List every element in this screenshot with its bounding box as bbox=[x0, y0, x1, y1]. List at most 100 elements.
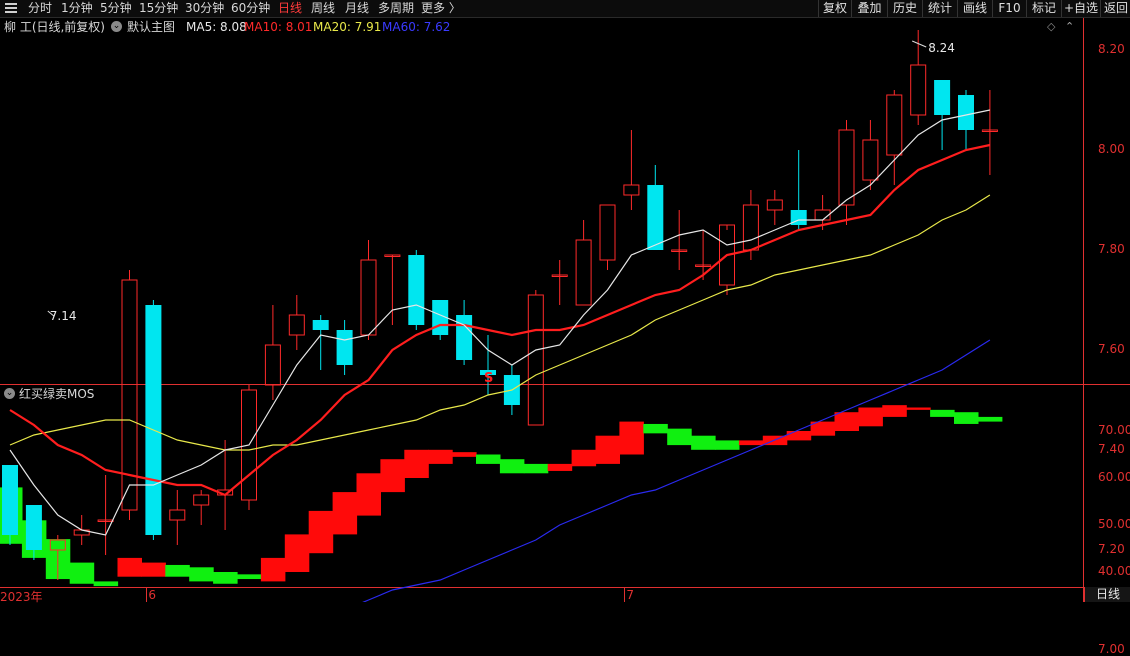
candle bbox=[97, 475, 114, 555]
mos-bar bbox=[284, 534, 310, 572]
mos-bar bbox=[380, 459, 405, 493]
mos-bar bbox=[356, 473, 381, 516]
mos-bar bbox=[141, 562, 166, 577]
candle bbox=[599, 204, 616, 270]
mos-bar bbox=[332, 492, 358, 535]
indicator-axis-tick: 40.00 bbox=[1098, 564, 1130, 578]
mos-bar bbox=[691, 435, 716, 450]
candle bbox=[981, 90, 998, 175]
candle-body bbox=[742, 204, 759, 251]
indicator-axis-tick: 70.00 bbox=[1098, 423, 1130, 437]
mos-bar bbox=[547, 463, 573, 471]
mos-bar bbox=[858, 407, 883, 427]
candle bbox=[264, 305, 281, 400]
candle-body bbox=[599, 204, 616, 261]
candle bbox=[408, 250, 425, 330]
mos-bar bbox=[667, 428, 692, 446]
price-axis-tick: 7.40 bbox=[1098, 442, 1125, 456]
candle-body bbox=[934, 80, 951, 115]
high-price-label: 8.24 bbox=[928, 41, 955, 55]
candle-body bbox=[575, 239, 592, 306]
candle-body bbox=[456, 315, 473, 360]
high-marker-line bbox=[912, 40, 927, 48]
mos-bar bbox=[523, 463, 549, 474]
candle bbox=[336, 320, 353, 375]
candle bbox=[623, 130, 640, 210]
chart-annotations: 8.24 7.14 S bbox=[47, 40, 955, 386]
candle bbox=[838, 120, 855, 225]
mos-bar bbox=[93, 581, 119, 587]
price-axis-tick: 7.00 bbox=[1098, 642, 1125, 656]
mos-bar bbox=[117, 557, 142, 577]
candle-body bbox=[193, 494, 210, 506]
mos-bar bbox=[404, 449, 429, 478]
mos-bar bbox=[930, 409, 955, 417]
price-axis-tick: 7.80 bbox=[1098, 242, 1125, 256]
candle-body bbox=[360, 259, 377, 336]
mos-bar bbox=[308, 510, 334, 554]
candle bbox=[432, 300, 449, 340]
date-axis-tick-mark bbox=[624, 588, 626, 602]
period-label[interactable]: 日线 bbox=[1084, 587, 1130, 602]
candle-body bbox=[264, 344, 281, 386]
candle bbox=[790, 150, 807, 230]
candle bbox=[527, 290, 544, 426]
date-axis-tick: 7 bbox=[626, 588, 635, 602]
candle-body bbox=[288, 314, 305, 336]
candle bbox=[169, 490, 186, 545]
date-axis-tick-mark bbox=[146, 588, 148, 602]
mos-bar bbox=[834, 412, 859, 431]
mos-bar bbox=[977, 416, 1003, 422]
candle bbox=[575, 220, 592, 306]
mos-bar bbox=[237, 574, 262, 580]
indicator-axis-tick: 50.00 bbox=[1098, 517, 1130, 531]
candle-body bbox=[25, 505, 42, 550]
mos-bar bbox=[428, 449, 453, 464]
candle bbox=[934, 80, 951, 150]
candle bbox=[910, 30, 927, 125]
candle-body bbox=[527, 294, 544, 426]
candle bbox=[384, 254, 401, 325]
candle-body bbox=[886, 94, 903, 156]
candle-body bbox=[838, 129, 855, 206]
candle bbox=[121, 270, 138, 520]
candle-body bbox=[169, 509, 186, 521]
candlestick-chart bbox=[2, 30, 998, 580]
mos-bar bbox=[619, 421, 644, 455]
candle bbox=[671, 210, 688, 270]
candle bbox=[145, 300, 162, 540]
low-price-label: 7.14 bbox=[50, 309, 77, 323]
mos-bar bbox=[213, 572, 238, 584]
mos-bar bbox=[165, 564, 190, 577]
mos-bar bbox=[571, 449, 597, 467]
candle bbox=[551, 260, 568, 305]
mos-bar bbox=[452, 452, 477, 457]
mos-bar bbox=[738, 440, 764, 446]
candle bbox=[2, 465, 18, 545]
mos-bar bbox=[715, 440, 740, 450]
price-axis-tick: 7.60 bbox=[1098, 342, 1125, 356]
candle-body bbox=[910, 64, 927, 116]
candle-body bbox=[647, 185, 664, 250]
candle-body bbox=[2, 465, 18, 535]
candle-body bbox=[336, 330, 353, 365]
chart-canvas[interactable]: 8.24 7.14 S bbox=[0, 0, 1130, 602]
candle-body bbox=[312, 320, 329, 330]
date-axis-tick: 2023年 bbox=[0, 590, 43, 604]
mos-bar bbox=[499, 459, 525, 474]
candle-body bbox=[408, 255, 425, 325]
mos-bar bbox=[954, 412, 979, 424]
candle bbox=[958, 90, 974, 150]
date-axis-tick: 6 bbox=[148, 588, 157, 602]
mos-bar bbox=[189, 567, 214, 582]
mos-bar bbox=[595, 435, 620, 464]
price-axis-tick: 8.20 bbox=[1098, 42, 1125, 56]
candle bbox=[241, 385, 257, 510]
candle-body bbox=[623, 184, 640, 196]
candle bbox=[288, 295, 305, 350]
candle bbox=[695, 230, 712, 280]
candle bbox=[360, 240, 377, 340]
candle bbox=[456, 300, 473, 365]
candle bbox=[193, 490, 210, 525]
candle-body bbox=[958, 95, 974, 130]
